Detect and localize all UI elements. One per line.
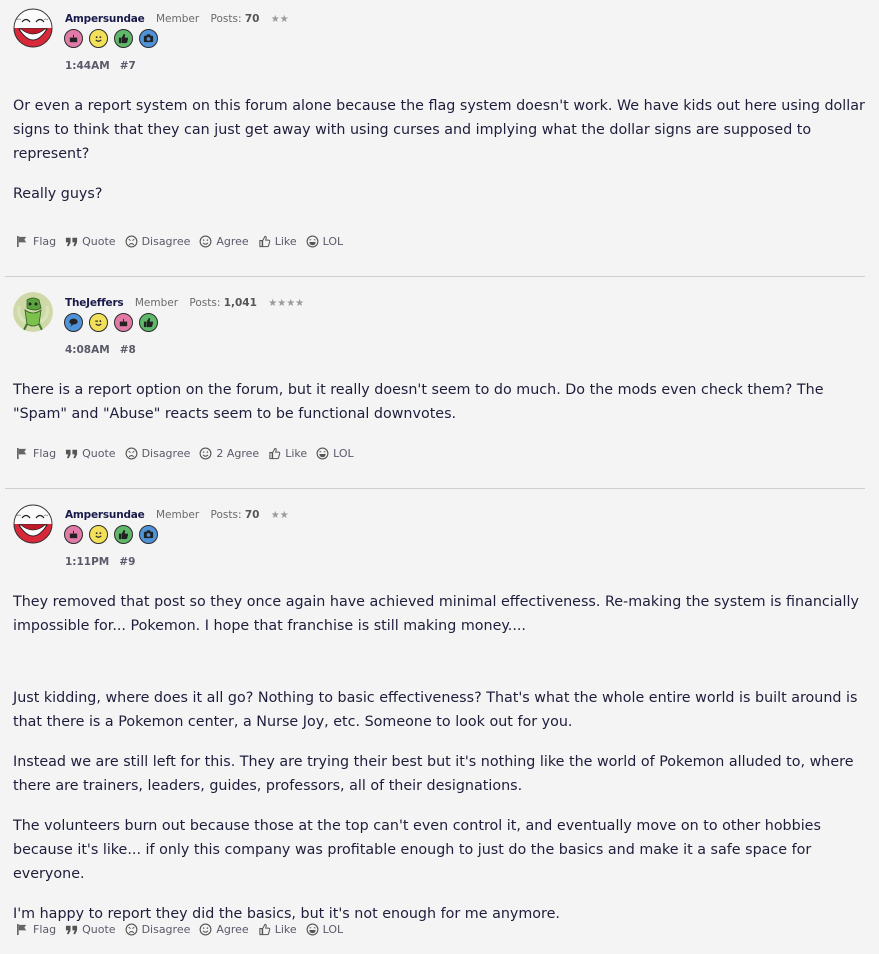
like-button[interactable]: Like — [258, 235, 297, 248]
speech-bubble-badge-icon[interactable] — [64, 313, 83, 332]
smiley-badge-icon[interactable] — [89, 29, 108, 48]
like-button[interactable]: Like — [258, 923, 297, 936]
post-number-link[interactable]: #9 — [119, 556, 135, 568]
rank-stars: ★★ — [270, 510, 289, 521]
rank-stars: ★★ — [270, 14, 289, 25]
agree-button[interactable]: Agree — [199, 923, 249, 936]
like-button[interactable]: Like — [268, 447, 307, 460]
post-count-value: 1,041 — [223, 297, 257, 309]
flag-icon — [16, 923, 29, 936]
user-avatar[interactable] — [13, 504, 53, 544]
user-badges — [64, 313, 158, 332]
post-number-link[interactable]: #8 — [120, 344, 136, 356]
disagree-button[interactable]: Disagree — [125, 235, 190, 248]
flag-button[interactable]: Flag — [16, 923, 56, 936]
post-body: They removed that post so they once agai… — [13, 590, 865, 926]
forum-post: TheJeffers Member Posts: 1,041 ★★★★ 4:08… — [0, 284, 879, 489]
post-author-line: Ampersundae Member Posts: 70 ★★ — [65, 13, 289, 25]
post-count-value: 70 — [244, 13, 260, 25]
lol-button[interactable]: LOL — [306, 235, 343, 248]
cake-badge-icon[interactable] — [64, 29, 83, 48]
forum-post: Ampersundae Member Posts: 70 ★★ 1:44AM #7… — [0, 0, 879, 277]
post-actions: Flag Quote Disagree Agree Like LOL — [16, 923, 343, 936]
user-avatar[interactable] — [13, 8, 53, 48]
disagree-button[interactable]: Disagree — [125, 923, 190, 936]
user-role: Member — [155, 13, 200, 25]
post-paragraph: Really guys? — [13, 186, 103, 202]
thumbs-up-badge-icon[interactable] — [114, 525, 133, 544]
lol-button[interactable]: LOL — [316, 447, 354, 460]
user-role: Member — [134, 297, 179, 309]
quote-button[interactable]: Quote — [65, 447, 116, 460]
thumbs-up-badge-icon[interactable] — [114, 29, 133, 48]
post-divider — [5, 488, 865, 489]
user-role: Member — [155, 509, 200, 521]
agree-button[interactable]: 2 Agree — [199, 447, 259, 460]
user-avatar[interactable] — [13, 292, 53, 332]
agree-face-icon — [199, 447, 212, 460]
thumbs-up-icon — [268, 447, 281, 460]
camera-badge-icon[interactable] — [139, 525, 158, 544]
rank-stars: ★★★★ — [268, 298, 305, 309]
post-timestamp-line: 1:11PM #9 — [65, 556, 135, 568]
post-paragraph: Or even a report system on this forum al… — [13, 98, 865, 162]
agree-face-icon — [199, 923, 212, 936]
post-actions: Flag Quote Disagree Agree Like LOL — [16, 235, 343, 248]
post-divider — [5, 276, 865, 277]
post-body: There is a report option on the forum, b… — [13, 378, 865, 426]
username-link[interactable]: TheJeffers — [65, 297, 124, 309]
post-time[interactable]: 4:08AM — [65, 344, 110, 356]
post-paragraph: There is a report option on the forum, b… — [13, 382, 824, 422]
post-count-label: Posts: — [210, 509, 242, 521]
post-paragraph: They removed that post so they once agai… — [13, 594, 859, 634]
post-number-link[interactable]: #7 — [120, 60, 136, 72]
agree-button[interactable]: Agree — [199, 235, 249, 248]
cake-badge-icon[interactable] — [64, 525, 83, 544]
wink-badge-icon[interactable] — [89, 313, 108, 332]
post-author-line: TheJeffers Member Posts: 1,041 ★★★★ — [65, 297, 304, 309]
flag-button[interactable]: Flag — [16, 235, 56, 248]
post-count-value: 70 — [244, 509, 260, 521]
laughing-face-icon — [316, 447, 329, 460]
post-timestamp-line: 4:08AM #8 — [65, 344, 136, 356]
quote-icon — [65, 923, 78, 936]
quote-button[interactable]: Quote — [65, 235, 116, 248]
post-timestamp-line: 1:44AM #7 — [65, 60, 136, 72]
user-badges — [64, 525, 158, 544]
quote-icon — [65, 447, 78, 460]
lol-button[interactable]: LOL — [306, 923, 343, 936]
smiley-badge-icon[interactable] — [89, 525, 108, 544]
laughing-face-icon — [306, 235, 319, 248]
thumbs-up-icon — [258, 235, 271, 248]
agree-face-icon — [199, 235, 212, 248]
disagree-face-icon — [125, 447, 138, 460]
post-count-label: Posts: — [189, 297, 221, 309]
flag-button[interactable]: Flag — [16, 447, 56, 460]
post-body: Or even a report system on this forum al… — [13, 94, 865, 206]
post-time[interactable]: 1:11PM — [65, 556, 109, 568]
laughing-face-icon — [306, 923, 319, 936]
quote-icon — [65, 235, 78, 248]
post-time[interactable]: 1:44AM — [65, 60, 110, 72]
post-author-line: Ampersundae Member Posts: 70 ★★ — [65, 509, 289, 521]
thumbs-up-icon — [258, 923, 271, 936]
post-paragraph: The volunteers burn out because those at… — [13, 818, 821, 882]
post-paragraph: Just kidding, where does it all go? Noth… — [13, 690, 858, 730]
disagree-face-icon — [125, 235, 138, 248]
thumbs-up-badge-icon[interactable] — [139, 313, 158, 332]
flag-icon — [16, 235, 29, 248]
quote-button[interactable]: Quote — [65, 923, 116, 936]
post-paragraph: Instead we are still left for this. They… — [13, 754, 854, 794]
disagree-button[interactable]: Disagree — [125, 447, 190, 460]
username-link[interactable]: Ampersundae — [65, 509, 145, 521]
disagree-face-icon — [125, 923, 138, 936]
forum-post: Ampersundae Member Posts: 70 ★★ 1:11PM #9… — [0, 496, 879, 954]
flag-icon — [16, 447, 29, 460]
camera-badge-icon[interactable] — [139, 29, 158, 48]
user-badges — [64, 29, 158, 48]
username-link[interactable]: Ampersundae — [65, 13, 145, 25]
post-count-label: Posts: — [210, 13, 242, 25]
cake-badge-icon[interactable] — [114, 313, 133, 332]
post-actions: Flag Quote Disagree 2 Agree Like LOL — [16, 447, 354, 460]
